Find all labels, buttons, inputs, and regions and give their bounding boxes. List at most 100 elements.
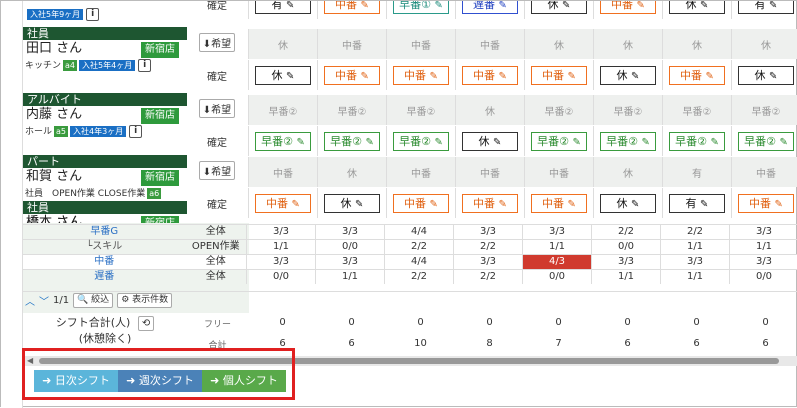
pencil-icon[interactable]: ✎ <box>769 71 777 82</box>
confirm-cell: 中番 ✎ <box>455 60 524 90</box>
page-up-icon[interactable]: ︿ <box>23 293 37 308</box>
summary-value: 2/2 <box>453 270 522 284</box>
wish-label: ⬇希望 <box>187 161 247 183</box>
personal-shift-button[interactable]: ➜ 個人シフト <box>202 370 286 392</box>
shift-box[interactable]: 早番② ✎ <box>255 131 311 151</box>
employee-name: 内藤 さん 新宿店 <box>23 106 187 124</box>
info-icon[interactable]: i <box>86 8 100 21</box>
free-value: 0 <box>417 317 424 328</box>
wish-button[interactable]: ⬇希望 <box>198 33 236 52</box>
shift-box[interactable]: 早番① ✎ <box>393 1 449 14</box>
pencil-icon[interactable]: ✎ <box>296 137 304 148</box>
pencil-icon[interactable]: ✎ <box>361 71 369 82</box>
wish-cell: 休 <box>731 29 797 59</box>
wish-value: 中番 <box>342 40 362 52</box>
total-values: 6 6 10 8 7 6 6 6 <box>248 338 797 349</box>
wish-value: 中番 <box>549 168 569 180</box>
shift-box[interactable]: 早番② ✎ <box>531 131 587 151</box>
pencil-icon[interactable]: ✎ <box>710 137 718 148</box>
summary-value: 1/1 <box>729 240 797 254</box>
pencil-icon[interactable]: ✎ <box>700 1 708 11</box>
pencil-icon[interactable]: ✎ <box>286 71 294 82</box>
pencil-icon[interactable]: ✎ <box>568 71 576 82</box>
info-icon[interactable]: i <box>129 125 143 138</box>
display-count-button[interactable]: ⚙ 表示件数 <box>117 293 173 308</box>
employee-type: 社員 <box>23 201 187 214</box>
weekly-shift-button[interactable]: ➜ 週次シフト <box>118 370 202 392</box>
shift-box[interactable]: 早番② ✎ <box>669 131 725 151</box>
wish-cell: 中番 <box>524 157 593 187</box>
pencil-icon[interactable]: ✎ <box>365 137 373 148</box>
confirm-label: 確定 <box>207 1 227 12</box>
pencil-icon[interactable]: ✎ <box>706 71 714 82</box>
shift-box[interactable]: 休 ✎ <box>738 65 794 85</box>
refresh-total-button[interactable]: ⟲ <box>137 316 155 331</box>
wish-button[interactable]: ⬇希望 <box>198 161 236 180</box>
shift-box[interactable]: 早番② ✎ <box>393 131 449 151</box>
free-label: フリー <box>203 320 231 330</box>
wish-button[interactable]: ⬇希望 <box>198 99 236 118</box>
shift-box[interactable]: 中番 ✎ <box>600 1 656 14</box>
employee-skills: ホール a5 入社4年3ヶ月 i <box>23 124 187 140</box>
shift-box[interactable]: 中番 ✎ <box>324 1 380 14</box>
pencil-icon[interactable]: ✎ <box>430 71 438 82</box>
pencil-icon[interactable]: ✎ <box>361 1 369 11</box>
free-value: 0 <box>624 317 631 328</box>
shift-box[interactable]: 中番 ✎ <box>669 65 725 85</box>
wish-value: 休 <box>485 106 495 118</box>
pencil-icon[interactable]: ✎ <box>493 137 501 148</box>
skill-text: ホール <box>25 127 53 137</box>
info-icon[interactable]: i <box>138 59 152 72</box>
confirm-label: 確定 <box>207 72 227 83</box>
pencil-icon[interactable]: ✎ <box>434 1 442 11</box>
shift-box[interactable]: 中番 ✎ <box>462 65 518 85</box>
employee-info: 社員 田口 さん 新宿店 キッチン a4 入社5年4ヶ月 i <box>23 27 187 93</box>
shift-box[interactable]: 休 ✎ <box>531 1 587 14</box>
shift-box[interactable]: 中番 ✎ <box>531 65 587 85</box>
pencil-icon[interactable]: ✎ <box>779 137 787 148</box>
skill-tag: a6 <box>147 188 162 199</box>
pencil-icon[interactable]: ✎ <box>562 1 570 11</box>
skill-text: キッチン <box>25 61 62 71</box>
narrow-button[interactable]: 🔍 絞込 <box>73 293 114 308</box>
pencil-icon[interactable]: ✎ <box>499 71 507 82</box>
page-down-icon[interactable]: ﹀ <box>37 293 51 308</box>
shift-box[interactable]: 休 ✎ <box>600 65 656 85</box>
employee-type: パート <box>23 155 187 168</box>
pencil-icon[interactable]: ✎ <box>631 71 639 82</box>
pencil-icon[interactable]: ✎ <box>641 137 649 148</box>
shift-name: 休 <box>685 1 701 11</box>
wish-cell: 中番 <box>731 157 797 187</box>
shift-box[interactable]: 休 ✎ <box>255 65 311 85</box>
summary-value: 1/1 <box>522 240 591 254</box>
summary-value: 0/0 <box>522 270 591 284</box>
pencil-icon[interactable]: ✎ <box>572 137 580 148</box>
shift-box[interactable]: 休 ✎ <box>462 131 518 151</box>
pencil-icon[interactable]: ✎ <box>637 1 645 11</box>
shift-box[interactable]: 早番② ✎ <box>738 131 794 151</box>
pencil-icon[interactable]: ✎ <box>286 1 294 11</box>
shift-name: 休 <box>616 68 632 82</box>
shift-box[interactable]: 中番 ✎ <box>393 65 449 85</box>
wish-value: 中番 <box>756 168 776 180</box>
summary-value: 4/4 <box>384 225 453 239</box>
shift-box[interactable]: 有 ✎ <box>738 1 794 14</box>
shift-box[interactable]: 有 ✎ <box>255 1 311 14</box>
confirm-cell: 有 ✎ <box>248 1 317 19</box>
pencil-icon[interactable]: ✎ <box>499 1 507 11</box>
shift-box[interactable]: 遅番 ✎ <box>462 1 518 14</box>
wish-cell: 中番 <box>386 29 455 59</box>
daily-shift-button[interactable]: ➜ 日次シフト <box>34 370 118 392</box>
shift-box[interactable]: 休 ✎ <box>669 1 725 14</box>
wish-value: 休 <box>623 168 633 180</box>
row-gutter <box>1 1 23 408</box>
pencil-icon[interactable]: ✎ <box>769 1 777 11</box>
wish-cell: 早番② <box>731 95 797 125</box>
shift-box[interactable]: 早番② ✎ <box>324 131 380 151</box>
shift-box[interactable]: 中番 ✎ <box>324 65 380 85</box>
summary-label: 早番G <box>90 226 119 237</box>
shift-box[interactable]: 早番② ✎ <box>600 131 656 151</box>
skill-text: 社員 OPEN作業 CLOSE作業 <box>25 189 146 199</box>
pencil-icon[interactable]: ✎ <box>434 137 442 148</box>
summary-value: 1/1 <box>315 270 384 284</box>
